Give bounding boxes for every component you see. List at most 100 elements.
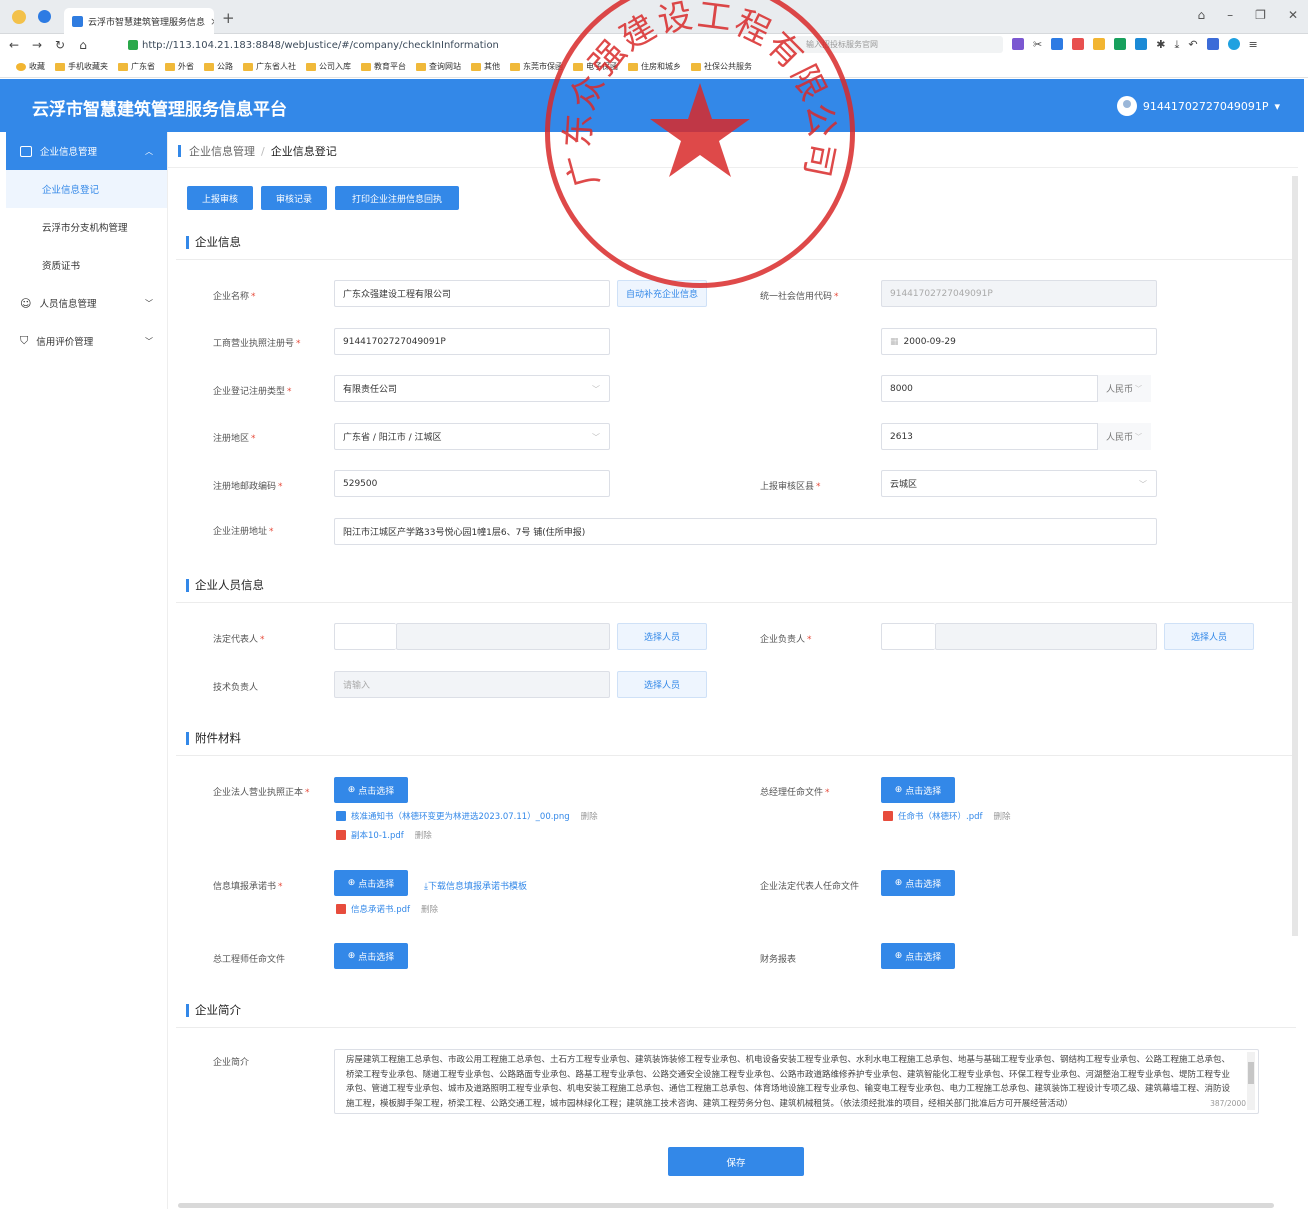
bookmark-item[interactable]: 公路 bbox=[204, 61, 233, 72]
bookmark-item[interactable]: 教育平台 bbox=[361, 61, 406, 72]
app-icon[interactable] bbox=[12, 10, 26, 24]
license-no-input[interactable]: 91441702727049091P bbox=[334, 328, 610, 355]
reload-icon[interactable]: ↻ bbox=[51, 38, 69, 52]
back-icon[interactable]: ← bbox=[5, 38, 23, 52]
bookmark-item[interactable]: 住房和城乡 bbox=[628, 61, 681, 72]
file-name-link[interactable]: 信息承诺书.pdf bbox=[351, 903, 410, 915]
legal-rep-id-input[interactable] bbox=[396, 623, 610, 650]
print-receipt-button[interactable]: 打印企业注册信息回执 bbox=[335, 186, 459, 210]
capital2-unit-select[interactable]: 人民币 ﹀ bbox=[1097, 423, 1151, 450]
select-leader-button[interactable]: 选择人员 bbox=[1164, 623, 1254, 650]
engineer-upload-button[interactable]: ⊕ 点击选择 bbox=[334, 943, 408, 969]
select-legal-rep-button[interactable]: 选择人员 bbox=[617, 623, 707, 650]
credit-code-input[interactable]: 91441702727049091P bbox=[881, 280, 1157, 307]
sidebar-item-branch[interactable]: 云浮市分支机构管理 bbox=[6, 208, 167, 246]
review-records-button[interactable]: 审核记录 bbox=[261, 186, 327, 210]
delete-file-link[interactable]: 删除 bbox=[415, 829, 432, 841]
puzzle-icon[interactable]: ✱ bbox=[1156, 38, 1165, 52]
undo-icon[interactable]: ↶ bbox=[1188, 38, 1197, 52]
bookmark-item[interactable]: 社保公共服务 bbox=[691, 61, 752, 72]
intro-textarea[interactable]: 房屋建筑工程施工总承包、市政公用工程施工总承包、土石方工程专业承包、建筑装饰装修… bbox=[334, 1049, 1259, 1114]
bookmark-item[interactable]: 手机收藏夹 bbox=[55, 61, 108, 72]
browser-tab[interactable]: 云浮市智慧建筑管理服务信息 × bbox=[64, 8, 214, 34]
delete-file-link[interactable]: 删除 bbox=[581, 810, 598, 822]
promise-upload-button[interactable]: ⊕ 点击选择 bbox=[334, 870, 408, 896]
menu-icon[interactable]: ≡ bbox=[1249, 38, 1258, 52]
download-icon[interactable]: ⤓ bbox=[1174, 38, 1179, 52]
leader-name-input[interactable] bbox=[881, 623, 935, 650]
file-name-link[interactable]: 副本10-1.pdf bbox=[351, 829, 404, 841]
extension-screen-icon[interactable] bbox=[1135, 38, 1148, 50]
textarea-scrollbar[interactable] bbox=[1247, 1052, 1255, 1110]
gm-upload-button[interactable]: ⊕ 点击选择 bbox=[881, 777, 955, 803]
user-menu[interactable]: 91441702727049091P ▾ bbox=[1116, 96, 1280, 116]
select-tech-lead-button[interactable]: 选择人员 bbox=[617, 671, 707, 698]
finance-upload-button[interactable]: ⊕ 点击选择 bbox=[881, 943, 955, 969]
legal-appoint-upload-button[interactable]: ⊕ 点击选择 bbox=[881, 870, 955, 896]
bookmark-item[interactable]: 东莞市保函 bbox=[510, 61, 563, 72]
delete-file-link[interactable]: 删除 bbox=[421, 903, 438, 915]
license-file-label: 企业法人营业执照正本 * bbox=[213, 788, 310, 798]
bookmark-item[interactable]: 收藏 bbox=[16, 61, 45, 72]
sidebar-item-company-register[interactable]: 企业信息登记 bbox=[6, 170, 167, 208]
sidebar-group-credit[interactable]: ⛉ 信用评价管理 ﹀ bbox=[6, 322, 167, 360]
sidebar-item-certificate[interactable]: 资质证书 bbox=[6, 246, 167, 284]
address-input[interactable]: 阳江市江城区产学路33号悦心园1幢1层6、7号 铺(住所申报) bbox=[334, 518, 1157, 545]
submit-review-button[interactable]: 上报审核 bbox=[187, 186, 253, 210]
bookmark-item[interactable]: 其他 bbox=[471, 61, 500, 72]
license-upload-button[interactable]: ⊕ 点击选择 bbox=[334, 777, 408, 803]
region-label: 注册地区 * bbox=[213, 434, 256, 444]
tech-lead-input[interactable]: 请输入 bbox=[334, 671, 610, 698]
extension-green-icon[interactable] bbox=[1114, 38, 1127, 50]
leader-id-input[interactable] bbox=[935, 623, 1157, 650]
download-template-link[interactable]: ⤓下载信息填报承诺书模板 bbox=[424, 879, 527, 892]
page-scrollbar[interactable] bbox=[1292, 176, 1298, 936]
breadcrumb-parent[interactable]: 企业信息管理 bbox=[189, 143, 255, 159]
close-window-icon[interactable]: ✕ bbox=[1288, 8, 1298, 22]
folder-icon bbox=[471, 62, 481, 71]
browser-tab-title: 云浮市智慧建筑管理服务信息 bbox=[88, 17, 206, 28]
extension-blue-icon[interactable] bbox=[1051, 38, 1064, 50]
postcode-input[interactable]: 529500 bbox=[334, 470, 610, 497]
bookmark-item[interactable]: 广东省人社 bbox=[243, 61, 296, 72]
divider bbox=[176, 755, 1296, 756]
bookmark-item[interactable]: 广东省 bbox=[118, 61, 155, 72]
file-name-link[interactable]: 任命书（林德环）.pdf bbox=[898, 810, 983, 822]
horizontal-scrollbar[interactable] bbox=[178, 1203, 1274, 1208]
credit-code-label: 统一社会信用代码 * bbox=[760, 292, 839, 302]
register-date-input[interactable]: ▦ 2000-09-29 bbox=[881, 328, 1157, 355]
bookmark-item[interactable]: 电子保函 bbox=[573, 61, 618, 72]
register-type-select[interactable]: 有限责任公司 ﹀ bbox=[334, 375, 610, 402]
autofill-button[interactable]: 自动补充企业信息 bbox=[617, 280, 707, 307]
region-cascader[interactable]: 广东省 / 阳江市 / 江城区 ﹀ bbox=[334, 423, 610, 450]
extension-purple-icon[interactable] bbox=[1012, 38, 1024, 50]
browser-logo-icon[interactable] bbox=[38, 10, 51, 23]
district-select[interactable]: 云城区 ﹀ bbox=[881, 470, 1157, 497]
new-tab-icon[interactable]: + bbox=[222, 9, 235, 27]
restore-icon[interactable]: ❐ bbox=[1255, 8, 1266, 22]
minimize-icon[interactable]: – bbox=[1227, 8, 1233, 22]
edge-icon[interactable] bbox=[1227, 38, 1240, 50]
company-name-input[interactable]: 广东众强建设工程有限公司 bbox=[334, 280, 610, 307]
url-field[interactable]: http://113.104.21.183:8848/webJustice/#/… bbox=[128, 37, 768, 53]
tab-close-icon[interactable]: × bbox=[210, 15, 214, 28]
delete-file-link[interactable]: 删除 bbox=[994, 810, 1011, 822]
home-icon[interactable]: ⌂ bbox=[74, 38, 92, 52]
sidebar-group-people[interactable]: ☺ 人员信息管理 ﹀ bbox=[6, 284, 167, 322]
file-name-link[interactable]: 核准通知书（林德环变更为林进选2023.07.11）_00.png bbox=[351, 810, 570, 822]
sidebar-group-company[interactable]: 企业信息管理 ︿ bbox=[6, 132, 167, 170]
bookmark-item[interactable]: 公司入库 bbox=[306, 61, 351, 72]
save-button[interactable]: 保存 bbox=[668, 1147, 804, 1176]
bookmark-item[interactable]: 查询网站 bbox=[416, 61, 461, 72]
forward-icon[interactable]: → bbox=[28, 38, 46, 52]
capital-unit-select[interactable]: 人民币 ﹀ bbox=[1097, 375, 1151, 402]
extension-ai-icon[interactable] bbox=[1206, 38, 1219, 50]
pin-icon[interactable]: ⌂ bbox=[1198, 8, 1206, 22]
scissors-icon[interactable]: ✂ bbox=[1033, 38, 1042, 52]
extension-red-icon[interactable] bbox=[1072, 38, 1085, 50]
divider bbox=[176, 259, 1296, 260]
legal-rep-name-input[interactable] bbox=[334, 623, 396, 650]
extension-yellow-icon[interactable] bbox=[1093, 38, 1106, 50]
browser-search-input[interactable]: 输入招投标服务官网 bbox=[788, 36, 1003, 53]
bookmark-item[interactable]: 外省 bbox=[165, 61, 194, 72]
